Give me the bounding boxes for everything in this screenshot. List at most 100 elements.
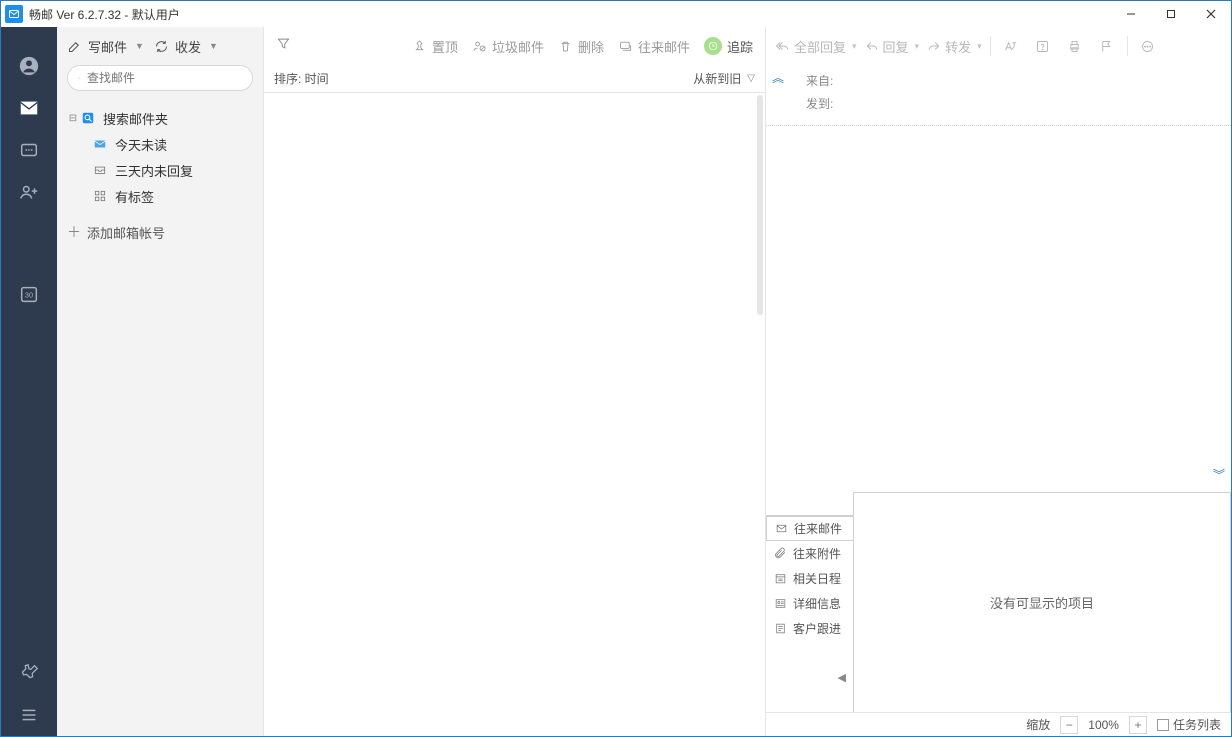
tab-attachments[interactable]: 往来附件 [766,541,854,566]
folder-label: 搜索邮件夹 [103,109,168,128]
collapse-down-icon[interactable]: ︾ [1213,466,1225,483]
search-icon [78,72,81,85]
to-label: 发到: [806,95,833,112]
inbox-icon [91,163,109,177]
nav-settings[interactable] [1,652,57,694]
svg-text:30: 30 [25,291,33,300]
reading-panel: 全部回复 ▾ 回复 ▾ 转发 ▾ [766,27,1231,736]
read-body [766,126,1231,492]
track-button[interactable]: 追踪 [704,37,753,56]
tab-label: 客户跟进 [793,620,841,637]
compose-button[interactable]: 写邮件 ▼ [67,37,144,56]
filter-button[interactable] [276,36,291,56]
tab-details[interactable]: 详细信息 [766,591,854,616]
pin-label: 置顶 [432,37,458,56]
nav-rail: 30 [1,27,57,736]
search-folder-icon [79,111,97,125]
scrollbar-thumb[interactable] [757,95,763,315]
delete-button[interactable]: 删除 [558,37,604,56]
folder-panel: 写邮件 ▼ 收发 ▼ ⊟ 搜索邮件夹 [57,27,264,736]
delete-label: 删除 [578,37,604,56]
nav-mail[interactable] [1,87,57,129]
related-content: 没有可显示的项目 [853,492,1231,712]
add-account[interactable]: ＋ 添加邮箱帐号 [57,219,263,245]
tab-label: 往来邮件 [794,520,842,537]
close-button[interactable] [1191,1,1231,27]
junk-button[interactable]: 垃圾邮件 [472,37,544,56]
send-receive-button[interactable]: 收发 ▼ [154,37,218,56]
print-button[interactable] [1063,34,1087,58]
forward-label: 转发 [945,37,971,56]
mail-list-panel: 置顶 垃圾邮件 删除 往来邮件 追踪 [264,27,766,736]
folder-search-root[interactable]: ⊟ 搜索邮件夹 [57,105,263,131]
add-account-label: 添加邮箱帐号 [87,223,165,242]
more-button[interactable] [1136,34,1160,58]
nav-profile[interactable] [1,45,57,87]
chevron-down-icon: ▾ [915,41,920,52]
chevron-down-icon: ▾ [852,41,857,52]
nav-contacts[interactable] [1,171,57,213]
folder-label: 三天内未回复 [115,161,193,180]
tab-mails[interactable]: 往来邮件 [766,516,854,541]
folder-three-day-noreply[interactable]: 三天内未回复 [57,157,263,183]
chevron-down-icon: ▾ [977,41,982,52]
compose-label: 写邮件 [88,37,127,56]
track-icon [704,37,722,55]
tab-label: 往来附件 [793,545,841,562]
maximize-button[interactable] [1151,1,1191,27]
side-tabs: 往来邮件 往来附件 相关日程 详细信息 [766,492,854,712]
reply-all-button[interactable]: 全部回复 ▾ [776,37,857,56]
plus-icon: ＋ [67,222,81,242]
nav-calendar[interactable]: 30 [1,273,57,315]
folder-label: 有标签 [115,187,154,206]
task-list-label: 任务列表 [1173,716,1221,733]
reply-label: 回复 [883,37,909,56]
track-label: 追踪 [727,37,753,56]
tab-followup[interactable]: 客户跟进 [766,616,854,641]
send-receive-label: 收发 [175,37,201,56]
status-bar: 缩放 − 100% + 任务列表 [766,712,1231,736]
app-icon [5,5,23,23]
empty-label: 没有可显示的项目 [990,593,1094,612]
chevron-down-icon: ▼ [135,41,144,51]
translate-button[interactable] [999,34,1023,58]
flag-button[interactable] [1095,34,1119,58]
mail-icon [91,137,109,151]
nav-chat[interactable] [1,129,57,171]
sort-order: 从新到旧 [693,70,741,87]
folder-tree: ⊟ 搜索邮件夹 今天未读 三天内未回复 有标签 ＋ [57,99,263,251]
collapse-up-icon[interactable]: ︽ [772,69,784,86]
help-button[interactable] [1031,34,1055,58]
reply-all-label: 全部回复 [794,37,846,56]
folder-label: 今天未读 [115,135,167,154]
tab-label: 详细信息 [793,595,841,612]
sort-icon: ▽ [747,73,755,84]
sort-label: 排序: 时间 [274,70,329,87]
folder-tagged[interactable]: 有标签 [57,183,263,209]
collapse-side-tabs[interactable]: ◀ [766,665,854,689]
nav-menu[interactable] [1,694,57,736]
zoom-out-button[interactable]: − [1060,716,1078,734]
collapse-icon[interactable]: ⊟ [67,113,79,124]
window-title: 畅邮 Ver 6.2.7.32 - 默认用户 [29,6,180,23]
reply-button[interactable]: 回复 ▾ [865,37,920,56]
tab-schedule[interactable]: 相关日程 [766,566,854,591]
correspond-label: 往来邮件 [638,37,690,56]
task-list-toggle[interactable]: 任务列表 [1157,716,1221,733]
related-panel: ︾ 往来邮件 往来附件 相关日程 [766,492,1231,712]
zoom-in-button[interactable]: + [1129,716,1147,734]
title-bar: 畅邮 Ver 6.2.7.32 - 默认用户 [1,1,1231,27]
forward-button[interactable]: 转发 ▾ [927,37,982,56]
pin-button[interactable]: 置顶 [412,37,458,56]
tab-label: 相关日程 [793,570,841,587]
folder-today-unread[interactable]: 今天未读 [57,131,263,157]
minimize-button[interactable] [1111,1,1151,27]
search-box[interactable] [67,65,253,91]
mail-list-body [264,93,765,736]
sort-header[interactable]: 排序: 时间 从新到旧 ▽ [264,65,765,93]
list-toolbar: 置顶 垃圾邮件 删除 往来邮件 追踪 [264,27,765,65]
read-header: ︽ 来自: 发到: [766,65,1231,126]
zoom-label: 缩放 [1026,716,1050,733]
correspond-button[interactable]: 往来邮件 [618,37,690,56]
search-input[interactable] [87,71,242,85]
